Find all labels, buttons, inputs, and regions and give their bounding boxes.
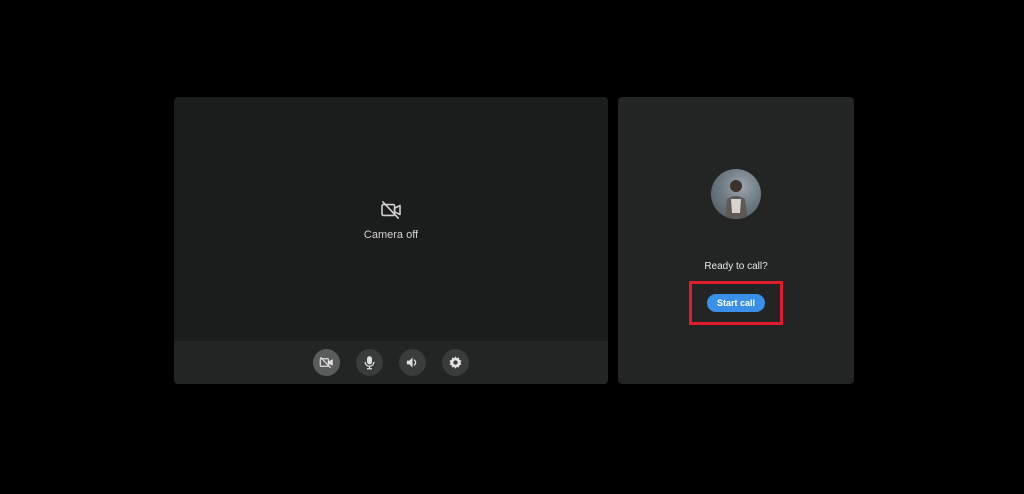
start-call-button[interactable]: Start call	[707, 294, 765, 312]
avatar	[711, 169, 761, 219]
call-controls-bar	[174, 341, 608, 384]
video-off-icon	[381, 201, 401, 219]
microphone-button[interactable]	[356, 349, 383, 376]
call-panel: Ready to call? Start call	[618, 97, 854, 384]
camera-toggle-button[interactable]	[313, 349, 340, 376]
settings-button[interactable]	[442, 349, 469, 376]
camera-off-label: Camera off	[363, 229, 419, 241]
video-off-icon	[319, 356, 333, 369]
video-call-screen: Camera off Ready to call? Start call	[0, 0, 1024, 494]
camera-preview-panel: Camera off	[174, 97, 608, 384]
ready-to-call-text: Ready to call?	[704, 261, 768, 272]
speaker-icon	[406, 357, 417, 368]
speaker-button[interactable]	[399, 349, 426, 376]
gear-icon	[449, 356, 462, 369]
camera-off-indicator: Camera off	[174, 201, 608, 243]
microphone-icon	[364, 356, 375, 370]
contact-photo-icon	[725, 180, 748, 219]
